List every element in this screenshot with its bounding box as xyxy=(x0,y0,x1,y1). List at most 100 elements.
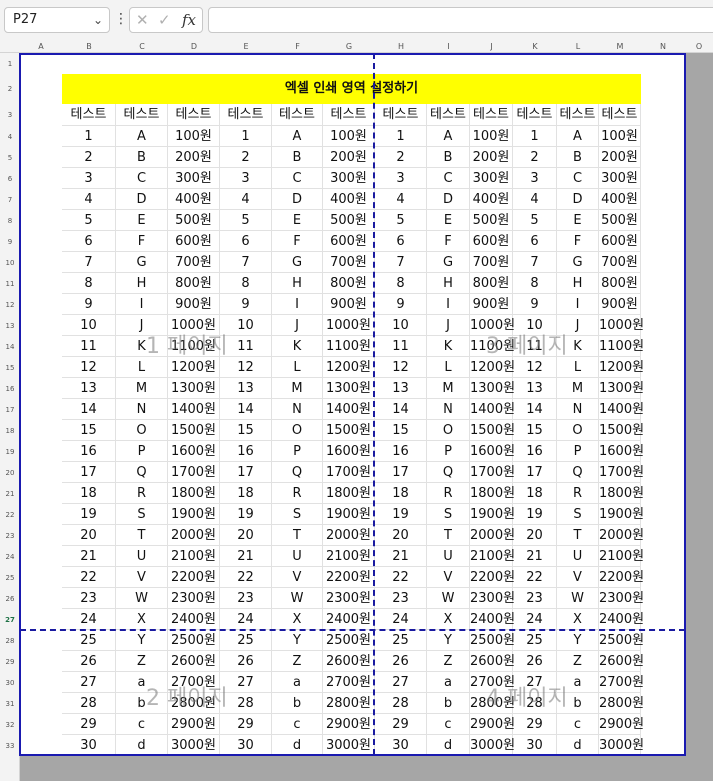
data-cell[interactable]: Z xyxy=(272,651,323,672)
data-cell[interactable]: 13 xyxy=(62,378,116,399)
row-header-1[interactable]: 1 xyxy=(0,60,20,68)
data-cell[interactable]: L xyxy=(272,357,323,378)
data-cell[interactable]: 2700원 xyxy=(599,672,644,693)
data-cell[interactable]: 20 xyxy=(513,525,557,546)
data-cell[interactable]: 1300원 xyxy=(470,378,515,399)
data-cell[interactable]: 2000원 xyxy=(168,525,220,546)
data-cell[interactable]: 2400원 xyxy=(470,609,515,630)
data-cell[interactable]: 14 xyxy=(220,399,272,420)
data-cell[interactable]: 2000원 xyxy=(470,525,515,546)
data-cell[interactable]: Q xyxy=(427,462,470,483)
data-cell[interactable]: 18 xyxy=(220,483,272,504)
data-cell[interactable]: 8 xyxy=(220,273,272,294)
data-cell[interactable]: P xyxy=(557,441,599,462)
data-cell[interactable]: 10 xyxy=(220,315,272,336)
row-header-20[interactable]: 20 xyxy=(0,469,20,477)
data-cell[interactable]: 1 xyxy=(375,126,427,147)
data-cell[interactable]: D xyxy=(427,189,470,210)
row-header-25[interactable]: 25 xyxy=(0,574,20,582)
data-cell[interactable]: 2600원 xyxy=(323,651,375,672)
data-cell[interactable]: Z xyxy=(116,651,168,672)
row-header-5[interactable]: 5 xyxy=(0,154,20,162)
data-cell[interactable]: 1 xyxy=(513,126,557,147)
more-options-icon[interactable]: ⋮ xyxy=(114,11,128,27)
data-cell[interactable]: Y xyxy=(272,630,323,651)
data-cell[interactable]: 400원 xyxy=(599,189,641,210)
data-cell[interactable]: 9 xyxy=(375,294,427,315)
row-header-27[interactable]: 27 xyxy=(0,616,20,624)
data-cell[interactable]: 2500원 xyxy=(470,630,515,651)
data-cell[interactable]: 1900원 xyxy=(470,504,515,525)
data-cell[interactable]: V xyxy=(427,567,470,588)
data-cell[interactable]: A xyxy=(116,126,168,147)
data-cell[interactable]: 16 xyxy=(375,441,427,462)
data-cell[interactable]: 1100원 xyxy=(599,336,644,357)
row-header-10[interactable]: 10 xyxy=(0,259,20,267)
data-cell[interactable]: 20 xyxy=(375,525,427,546)
data-cell[interactable]: 1000원 xyxy=(323,315,375,336)
data-cell[interactable]: B xyxy=(427,147,470,168)
data-cell[interactable]: 1700원 xyxy=(470,462,515,483)
data-cell[interactable]: R xyxy=(557,483,599,504)
header-cell[interactable]: 테스트 xyxy=(168,104,220,126)
data-cell[interactable]: 600원 xyxy=(599,231,641,252)
data-cell[interactable]: 8 xyxy=(62,273,116,294)
data-cell[interactable]: 26 xyxy=(375,651,427,672)
data-cell[interactable]: M xyxy=(557,378,599,399)
data-cell[interactable]: 24 xyxy=(513,609,557,630)
data-cell[interactable]: 11 xyxy=(62,336,116,357)
data-cell[interactable]: D xyxy=(557,189,599,210)
data-cell[interactable]: 400원 xyxy=(323,189,375,210)
data-cell[interactable]: 16 xyxy=(513,441,557,462)
data-cell[interactable]: 400원 xyxy=(470,189,513,210)
data-cell[interactable]: 1500원 xyxy=(470,420,515,441)
data-cell[interactable]: U xyxy=(116,546,168,567)
data-cell[interactable]: O xyxy=(557,420,599,441)
data-cell[interactable]: 17 xyxy=(375,462,427,483)
data-cell[interactable]: M xyxy=(116,378,168,399)
data-cell[interactable]: 13 xyxy=(375,378,427,399)
data-cell[interactable]: U xyxy=(272,546,323,567)
data-cell[interactable]: 30 xyxy=(220,735,272,756)
data-cell[interactable]: 28 xyxy=(62,693,116,714)
data-cell[interactable]: 1200원 xyxy=(168,357,220,378)
column-header-G[interactable]: G xyxy=(323,40,375,53)
data-cell[interactable]: 3000원 xyxy=(323,735,375,756)
data-cell[interactable]: S xyxy=(557,504,599,525)
data-cell[interactable]: 29 xyxy=(375,714,427,735)
data-cell[interactable]: 21 xyxy=(220,546,272,567)
data-cell[interactable]: 1300원 xyxy=(323,378,375,399)
data-cell[interactable]: 1200원 xyxy=(599,357,644,378)
data-cell[interactable]: V xyxy=(557,567,599,588)
data-cell[interactable]: S xyxy=(427,504,470,525)
data-cell[interactable]: T xyxy=(557,525,599,546)
row-header-26[interactable]: 26 xyxy=(0,595,20,603)
data-cell[interactable]: 20 xyxy=(62,525,116,546)
data-cell[interactable]: 2500원 xyxy=(323,630,375,651)
data-cell[interactable]: 7 xyxy=(375,252,427,273)
row-header-17[interactable]: 17 xyxy=(0,406,20,414)
data-cell[interactable]: 30 xyxy=(62,735,116,756)
data-cell[interactable]: 2700원 xyxy=(323,672,375,693)
data-cell[interactable]: 2900원 xyxy=(599,714,644,735)
data-cell[interactable]: d xyxy=(427,735,470,756)
data-cell[interactable]: 500원 xyxy=(323,210,375,231)
data-cell[interactable]: 1300원 xyxy=(599,378,644,399)
data-cell[interactable]: 17 xyxy=(62,462,116,483)
data-cell[interactable]: 10 xyxy=(62,315,116,336)
data-cell[interactable]: 18 xyxy=(513,483,557,504)
data-cell[interactable]: 1600원 xyxy=(470,441,515,462)
data-cell[interactable]: V xyxy=(272,567,323,588)
data-cell[interactable]: 200원 xyxy=(599,147,641,168)
data-cell[interactable]: 2300원 xyxy=(470,588,515,609)
data-cell[interactable]: J xyxy=(272,315,323,336)
data-cell[interactable]: c xyxy=(557,714,599,735)
data-cell[interactable]: 600원 xyxy=(470,231,513,252)
data-cell[interactable]: W xyxy=(272,588,323,609)
data-cell[interactable]: 8 xyxy=(513,273,557,294)
data-cell[interactable]: 21 xyxy=(62,546,116,567)
row-header-4[interactable]: 4 xyxy=(0,133,20,141)
data-cell[interactable]: E xyxy=(427,210,470,231)
data-cell[interactable]: d xyxy=(557,735,599,756)
data-cell[interactable]: N xyxy=(427,399,470,420)
